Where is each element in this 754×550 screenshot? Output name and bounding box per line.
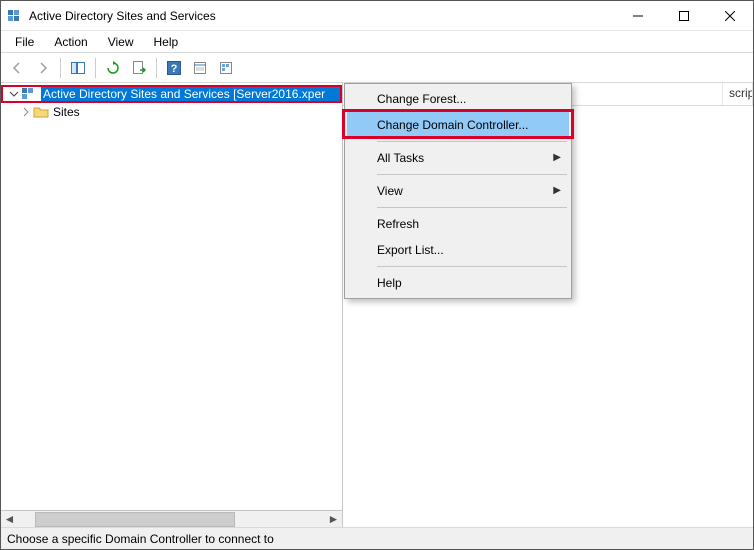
horizontal-scrollbar[interactable]: ◄ ► (1, 510, 342, 527)
scroll-left-icon[interactable]: ◄ (1, 512, 18, 527)
title-bar: Active Directory Sites and Services (1, 1, 753, 31)
export-list-button[interactable] (127, 56, 151, 80)
tree-sites-node[interactable]: Sites (1, 103, 342, 121)
status-bar: Choose a specific Domain Controller to c… (1, 527, 753, 549)
tree-view[interactable]: Active Directory Sites and Services [Ser… (1, 85, 342, 510)
menu-change-domain-controller[interactable]: Change Domain Controller... (347, 112, 569, 138)
maximize-button[interactable] (661, 1, 707, 31)
submenu-arrow-icon: ▶ (553, 152, 561, 163)
menu-refresh[interactable]: Refresh (347, 211, 569, 237)
tree-sites-label: Sites (53, 105, 80, 119)
menu-help[interactable]: Help (347, 270, 569, 296)
menu-bar: File Action View Help (1, 31, 753, 53)
context-menu: Change Forest... Change Domain Controlle… (344, 83, 572, 299)
submenu-arrow-icon: ▶ (553, 185, 561, 196)
tree-pane: Active Directory Sites and Services [Ser… (1, 83, 343, 527)
properties-button[interactable] (188, 56, 212, 80)
svg-text:?: ? (171, 63, 178, 75)
menu-change-forest[interactable]: Change Forest... (347, 86, 569, 112)
close-button[interactable] (707, 1, 753, 31)
forward-button[interactable] (31, 56, 55, 80)
window-title: Active Directory Sites and Services (29, 9, 216, 23)
toolbar-separator (156, 58, 157, 78)
tree-root-node[interactable]: Active Directory Sites and Services [Ser… (1, 85, 342, 103)
folder-icon (33, 104, 49, 120)
show-hide-tree-button[interactable] (66, 56, 90, 80)
help-button[interactable]: ? (162, 56, 186, 80)
menu-separator (377, 174, 567, 175)
menu-help[interactable]: Help (144, 33, 189, 51)
window-controls (615, 1, 753, 31)
status-text: Choose a specific Domain Controller to c… (7, 532, 274, 546)
menu-separator (377, 207, 567, 208)
menu-refresh-label: Refresh (377, 217, 419, 231)
menu-view[interactable]: View (98, 33, 144, 51)
menu-export-list[interactable]: Export List... (347, 237, 569, 263)
menu-action[interactable]: Action (44, 33, 97, 51)
scrollbar-thumb[interactable] (35, 512, 235, 527)
menu-view[interactable]: View ▶ (347, 178, 569, 204)
app-icon (7, 8, 23, 24)
filter-button[interactable] (214, 56, 238, 80)
minimize-button[interactable] (615, 1, 661, 31)
menu-change-forest-label: Change Forest... (377, 92, 466, 106)
menu-help-label: Help (377, 276, 402, 290)
refresh-button[interactable] (101, 56, 125, 80)
expander-icon[interactable] (19, 107, 33, 117)
expander-icon[interactable] (7, 89, 21, 99)
scroll-right-icon[interactable]: ► (325, 512, 342, 527)
sites-services-icon (21, 86, 37, 102)
menu-view-label: View (377, 184, 403, 198)
list-header-description[interactable]: scription (723, 83, 753, 105)
toolbar: ? (1, 53, 753, 83)
menu-all-tasks-label: All Tasks (377, 151, 424, 165)
tree-root-label: Active Directory Sites and Services [Ser… (41, 87, 340, 101)
main-area: Active Directory Sites and Services [Ser… (1, 83, 753, 527)
menu-file[interactable]: File (5, 33, 44, 51)
menu-separator (377, 266, 567, 267)
menu-change-dc-label: Change Domain Controller... (377, 118, 528, 132)
toolbar-separator (60, 58, 61, 78)
menu-all-tasks[interactable]: All Tasks ▶ (347, 145, 569, 171)
back-button[interactable] (5, 56, 29, 80)
menu-export-list-label: Export List... (377, 243, 444, 257)
toolbar-separator (95, 58, 96, 78)
menu-separator (377, 141, 567, 142)
